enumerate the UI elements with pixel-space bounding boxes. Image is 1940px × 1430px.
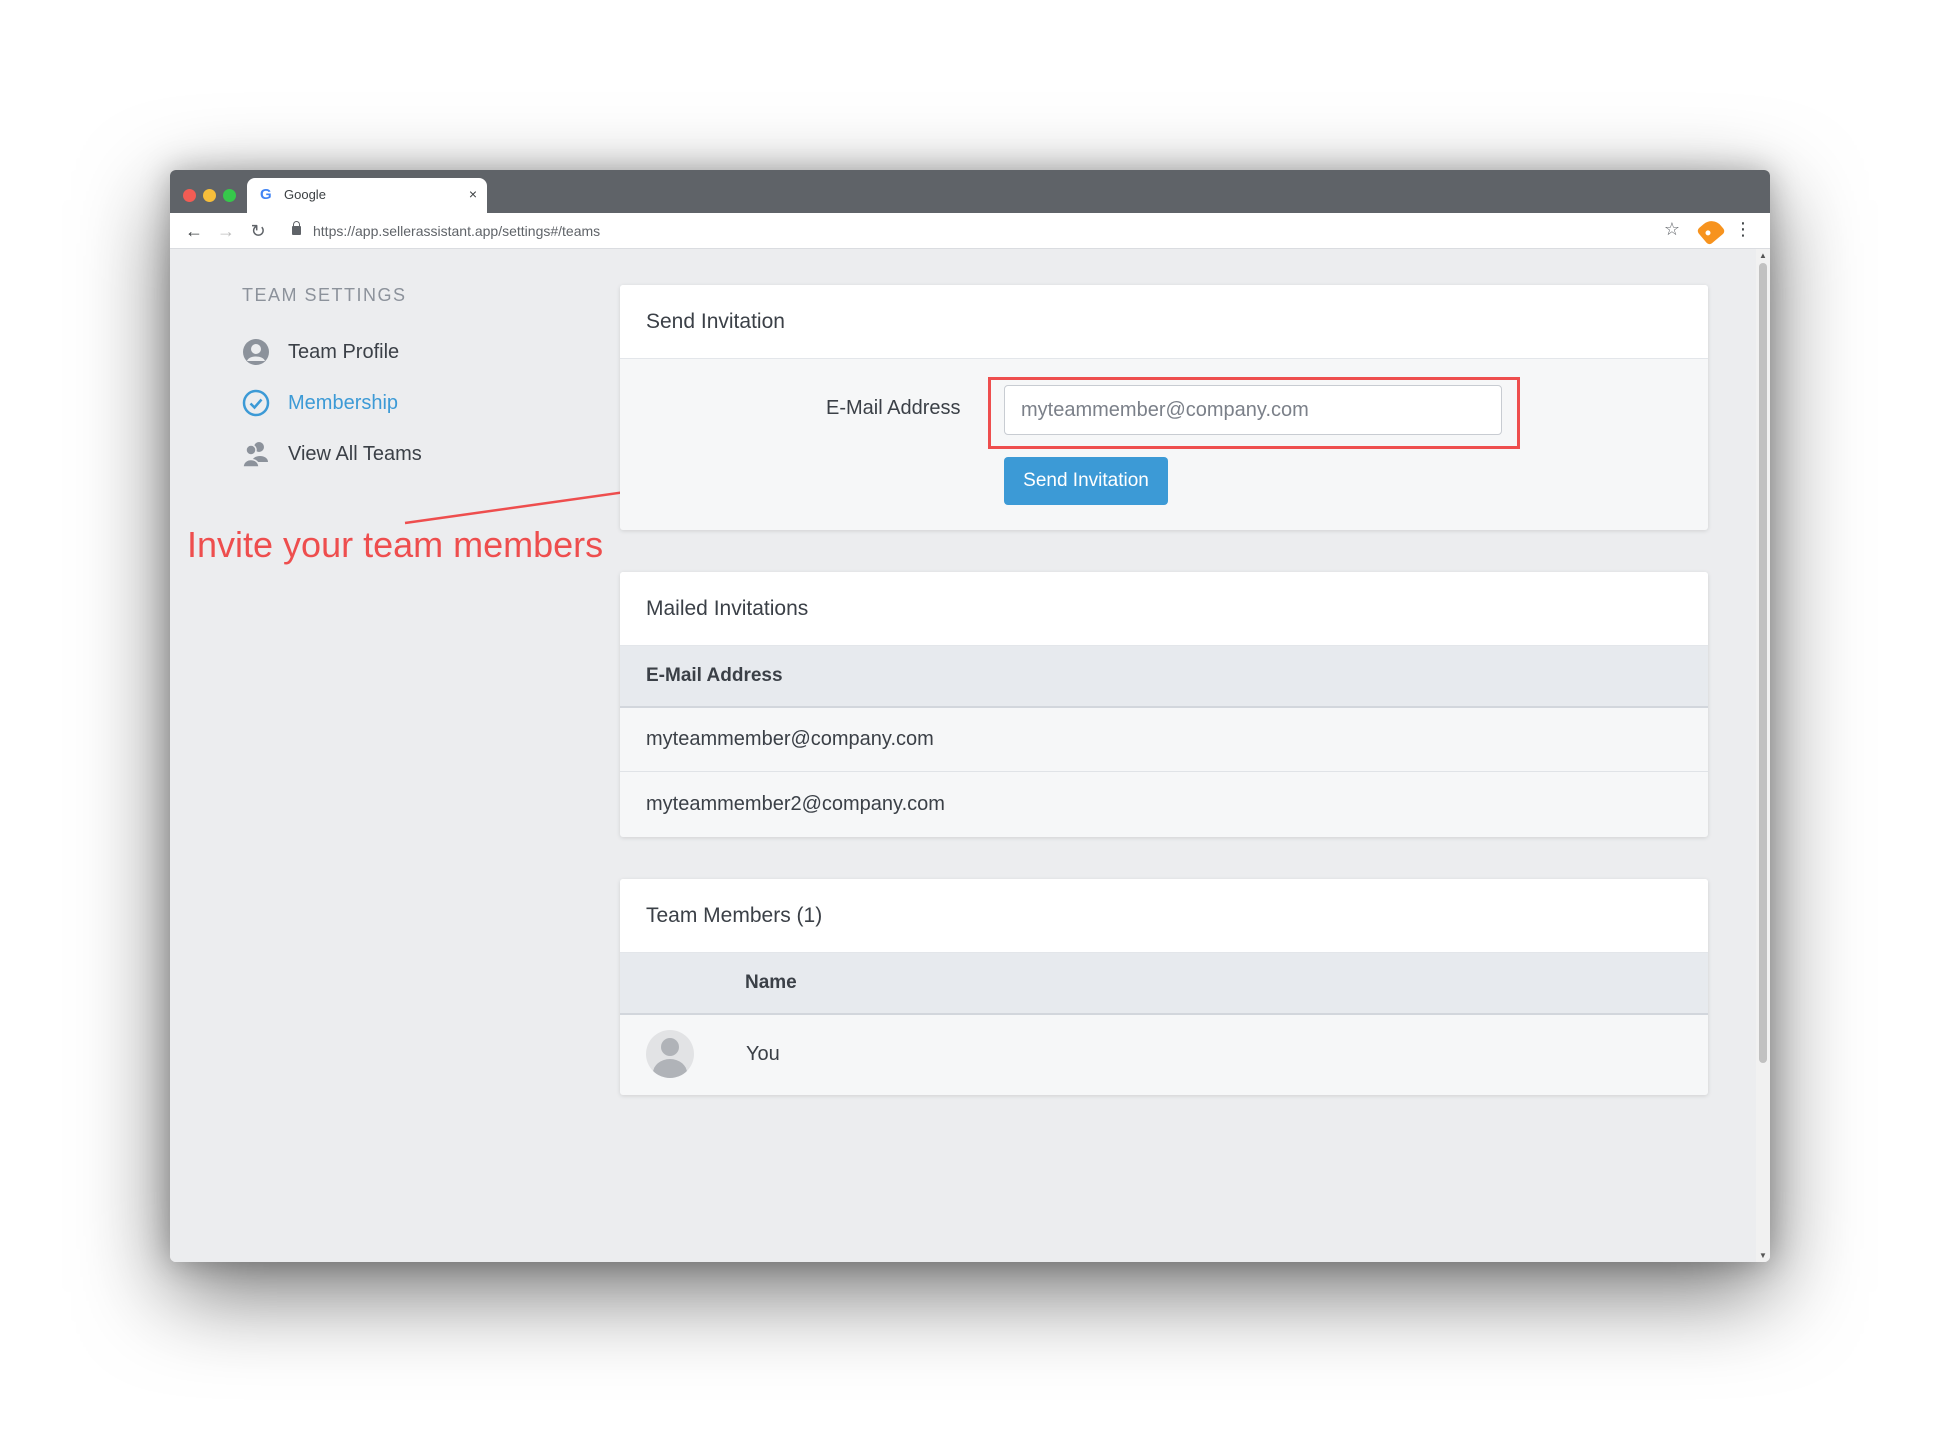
annotation-label: Invite your team members [187,524,604,565]
bookmark-star-icon[interactable]: ☆ [1664,219,1680,240]
back-arrow-icon[interactable]: ← [182,219,206,243]
close-window-button[interactable] [183,189,196,202]
panel-title: Send Invitation [620,285,1708,359]
reload-icon[interactable]: ↻ [246,219,270,243]
google-favicon-icon: G [260,186,272,203]
panel-title: Team Members (1) [620,879,1708,953]
send-invitation-button[interactable]: Send Invitation [1004,457,1168,505]
mailed-invitations-panel: Mailed Invitations E-Mail Address myteam… [620,572,1708,837]
maximize-window-button[interactable] [223,189,236,202]
table-row: You [620,1015,1708,1093]
page-content: TEAM SETTINGS Team Profile Membership Vi… [170,249,1770,1262]
browser-tab[interactable]: G Google × [247,178,487,213]
forward-arrow-icon[interactable]: → [214,219,238,243]
team-members-panel: Team Members (1) Name You [620,879,1708,1095]
sidebar-item-view-all-teams[interactable]: View All Teams [242,439,422,469]
browser-toolbar: ← → ↻ https://app.sellerassistant.app/se… [170,213,1770,249]
avatar [646,1030,694,1078]
email-field[interactable] [1004,385,1502,435]
tab-strip: G Google × [170,170,1770,213]
sidebar-heading: TEAM SETTINGS [242,285,407,305]
address-bar[interactable]: https://app.sellerassistant.app/settings… [313,223,600,239]
users-icon [242,440,270,468]
email-field-label: E-Mail Address [826,397,961,419]
table-row: myteammember@company.com [620,708,1708,772]
table-header-email: E-Mail Address [620,646,1708,708]
tab-title: Google [284,187,326,202]
table-header-name: Name [620,953,1708,1015]
sidebar-item-team-profile[interactable]: Team Profile [242,337,399,367]
sidebar-item-label: Team Profile [288,340,400,363]
sidebar-item-label: Membership [288,391,399,414]
tab-close-icon[interactable]: × [469,186,477,202]
lock-icon [292,221,301,235]
extension-tag-icon[interactable] [1696,216,1726,246]
minimize-window-button[interactable] [203,189,216,202]
sidebar-item-membership[interactable]: Membership [242,388,398,418]
send-invitation-panel: Send Invitation E-Mail Address Send Invi… [620,285,1708,530]
scrollbar[interactable]: ▲ ▼ [1756,249,1770,1262]
table-row: myteammember2@company.com [646,792,945,815]
browser-window: G Google × ← → ↻ https://app.sellerassis… [170,170,1770,1262]
scroll-up-arrow-icon[interactable]: ▲ [1759,251,1767,260]
scroll-thumb[interactable] [1759,263,1767,1063]
panel-title: Mailed Invitations [620,572,1708,646]
member-name: You [746,1042,780,1065]
browser-menu-icon[interactable]: ⋮ [1734,219,1752,240]
scroll-down-arrow-icon[interactable]: ▼ [1759,1251,1767,1260]
check-circle-icon [242,389,270,417]
sidebar-item-label: View All Teams [288,442,422,465]
user-circle-icon [242,338,270,366]
